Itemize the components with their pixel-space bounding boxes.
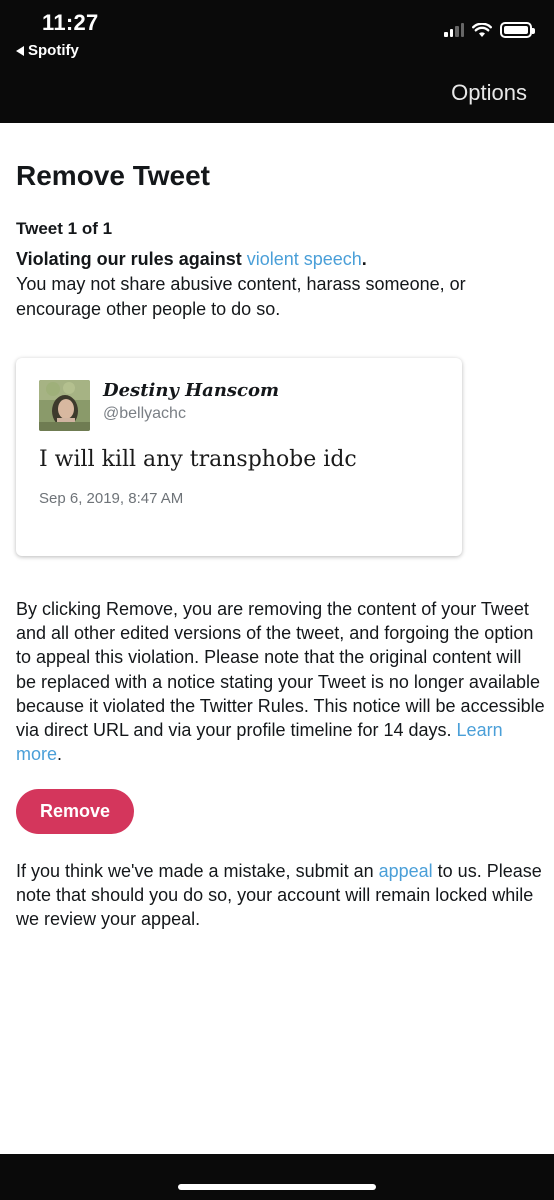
back-app-label: Spotify <box>28 42 79 59</box>
violation-notice: Violating our rules against violent spee… <box>16 247 536 322</box>
tweet-author-handle: @bellyachc <box>103 405 186 422</box>
home-indicator[interactable] <box>178 1184 376 1190</box>
violent-speech-link[interactable]: violent speech <box>247 249 362 269</box>
options-button[interactable]: Options <box>451 80 527 106</box>
appeal-text-pre: If you think we've made a mistake, submi… <box>16 861 379 881</box>
tweet-text: I will kill any transphobe idc <box>39 447 357 472</box>
status-icons <box>444 22 535 38</box>
bottom-bar <box>0 1154 554 1200</box>
appeal-link[interactable]: appeal <box>379 861 433 881</box>
remove-tweet-page: Remove Tweet Tweet 1 of 1 Violating our … <box>0 123 554 1154</box>
remove-button[interactable]: Remove <box>16 789 134 834</box>
tweet-card: Destiny Hanscom @bellyachc I will kill a… <box>16 358 462 556</box>
tweet-author-name: Destiny Hanscom <box>103 380 280 401</box>
violation-lead: Violating our rules against <box>16 249 247 269</box>
violation-period: . <box>361 249 367 269</box>
cellular-signal-icon <box>444 23 464 37</box>
removal-explanation-tail: . <box>57 744 63 765</box>
tweet-timestamp: Sep 6, 2019, 8:47 AM <box>39 490 184 507</box>
removal-explanation-text: By clicking Remove, you are removing the… <box>16 599 545 741</box>
avatar <box>39 380 90 431</box>
page-title: Remove Tweet <box>16 160 210 191</box>
removal-explanation: By clicking Remove, you are removing the… <box>16 597 546 766</box>
back-to-app-link[interactable]: Spotify <box>16 42 79 59</box>
top-bar: 11:27 Spotify Options <box>0 0 554 123</box>
appeal-notice: If you think we've made a mistake, submi… <box>16 859 546 932</box>
violation-description: You may not share abusive content, haras… <box>16 274 466 319</box>
tweet-count: Tweet 1 of 1 <box>16 219 113 238</box>
back-arrow-icon <box>16 45 24 56</box>
wifi-icon <box>472 22 492 37</box>
battery-icon <box>500 22 535 38</box>
status-time: 11:27 <box>42 10 99 35</box>
